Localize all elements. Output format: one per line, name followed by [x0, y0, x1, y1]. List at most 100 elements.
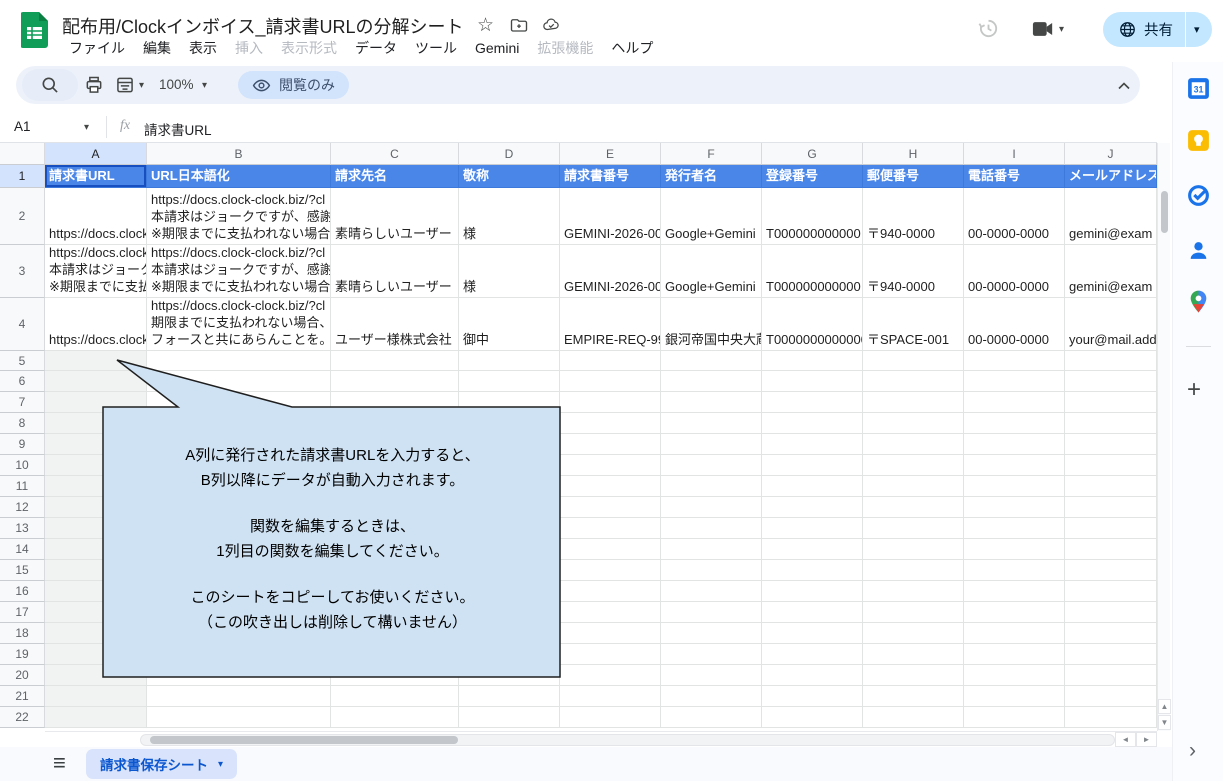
menu-item-ファイル[interactable]: ファイル — [60, 36, 134, 60]
row-header-15[interactable]: 15 — [0, 560, 45, 581]
cell-A2[interactable]: https://docs.clock-clock.biz/?c — [45, 188, 147, 245]
maps-icon[interactable] — [1186, 289, 1211, 314]
view-only-chip[interactable]: 閲覧のみ — [238, 71, 349, 99]
cell-G16[interactable] — [762, 581, 863, 602]
cell-I8[interactable] — [964, 413, 1065, 434]
cell-H17[interactable] — [863, 602, 964, 623]
row-header-22[interactable]: 22 — [0, 707, 45, 728]
cell-H16[interactable] — [863, 581, 964, 602]
cell-C22[interactable] — [331, 707, 459, 728]
cell-D4[interactable]: 御中 — [459, 298, 560, 351]
cell-E6[interactable] — [560, 371, 661, 392]
row-header-6[interactable]: 6 — [0, 371, 45, 392]
collapse-toolbar-icon[interactable] — [1114, 76, 1134, 96]
scroll-up-button[interactable]: ▲ — [1158, 699, 1171, 714]
row-header-3[interactable]: 3 — [0, 245, 45, 298]
cell-B21[interactable] — [147, 686, 331, 707]
row-header-7[interactable]: 7 — [0, 392, 45, 413]
cell-I6[interactable] — [964, 371, 1065, 392]
scroll-left-button[interactable]: ◄ — [1115, 732, 1136, 747]
name-box[interactable]: A1 — [14, 119, 31, 134]
calendar-icon[interactable]: 31 — [1186, 76, 1211, 101]
cell-H2[interactable]: 〒940-0000 — [863, 188, 964, 245]
hide-side-panel-icon[interactable]: › — [1189, 740, 1196, 761]
cell-J16[interactable] — [1065, 581, 1157, 602]
cell-I16[interactable] — [964, 581, 1065, 602]
cell-G3[interactable]: T000000000000 — [762, 245, 863, 298]
cell-I1[interactable]: 電話番号 — [964, 165, 1065, 188]
column-header-H[interactable]: H — [863, 143, 964, 165]
horizontal-scrollbar[interactable]: ◄ ► — [45, 731, 1157, 747]
cell-F11[interactable] — [661, 476, 762, 497]
share-button[interactable]: 共有 — [1103, 12, 1185, 47]
column-header-E[interactable]: E — [560, 143, 661, 165]
cell-G18[interactable] — [762, 623, 863, 644]
cell-I15[interactable] — [964, 560, 1065, 581]
cell-F15[interactable] — [661, 560, 762, 581]
cell-G14[interactable] — [762, 539, 863, 560]
menu-item-編集[interactable]: 編集 — [134, 36, 180, 60]
zoom-select[interactable]: 100% — [159, 77, 194, 92]
cell-G1[interactable]: 登録番号 — [762, 165, 863, 188]
row-header-21[interactable]: 21 — [0, 686, 45, 707]
keep-icon[interactable] — [1186, 128, 1211, 153]
cell-J21[interactable] — [1065, 686, 1157, 707]
cell-B2[interactable]: https://docs.clock-clock.biz/?cl本請求はジョーク… — [147, 188, 331, 245]
cell-H13[interactable] — [863, 518, 964, 539]
cell-G4[interactable]: T0000000000000 — [762, 298, 863, 351]
search-icon[interactable] — [40, 75, 60, 95]
row-header-2[interactable]: 2 — [0, 188, 45, 245]
cell-G17[interactable] — [762, 602, 863, 623]
row-header-9[interactable]: 9 — [0, 434, 45, 455]
zoom-caret-icon[interactable]: ▾ — [202, 80, 207, 91]
cell-C4[interactable]: ユーザー様株式会社 — [331, 298, 459, 351]
cell-I19[interactable] — [964, 644, 1065, 665]
cell-H6[interactable] — [863, 371, 964, 392]
cell-F22[interactable] — [661, 707, 762, 728]
cell-D21[interactable] — [459, 686, 560, 707]
cell-J22[interactable] — [1065, 707, 1157, 728]
cell-I11[interactable] — [964, 476, 1065, 497]
cell-E5[interactable] — [560, 351, 661, 371]
cell-D1[interactable]: 敬称 — [459, 165, 560, 188]
cell-H11[interactable] — [863, 476, 964, 497]
row-header-18[interactable]: 18 — [0, 623, 45, 644]
cell-G11[interactable] — [762, 476, 863, 497]
row-header-17[interactable]: 17 — [0, 602, 45, 623]
cell-H20[interactable] — [863, 665, 964, 686]
menu-item-表示[interactable]: 表示 — [180, 36, 226, 60]
cell-J14[interactable] — [1065, 539, 1157, 560]
row-header-14[interactable]: 14 — [0, 539, 45, 560]
cell-F14[interactable] — [661, 539, 762, 560]
cell-J15[interactable] — [1065, 560, 1157, 581]
cell-J8[interactable] — [1065, 413, 1157, 434]
meet-camera-icon[interactable] — [1032, 20, 1054, 38]
row-header-19[interactable]: 19 — [0, 644, 45, 665]
cell-H21[interactable] — [863, 686, 964, 707]
cell-C21[interactable] — [331, 686, 459, 707]
cell-H7[interactable] — [863, 392, 964, 413]
name-box-caret-icon[interactable]: ▾ — [84, 122, 89, 133]
cell-H1[interactable]: 郵便番号 — [863, 165, 964, 188]
cell-E18[interactable] — [560, 623, 661, 644]
callout-bubble[interactable]: A列に発行された請求書URLを入力すると、B列以降にデータが自動入力されます。関… — [100, 355, 565, 685]
cell-B3[interactable]: https://docs.clock-clock.biz/?cl本請求はジョーク… — [147, 245, 331, 298]
cell-D22[interactable] — [459, 707, 560, 728]
cell-J3[interactable]: gemini@exam — [1065, 245, 1157, 298]
cell-E2[interactable]: GEMINI-2026-00 — [560, 188, 661, 245]
cell-G21[interactable] — [762, 686, 863, 707]
cell-E3[interactable]: GEMINI-2026-00 — [560, 245, 661, 298]
cell-F7[interactable] — [661, 392, 762, 413]
cell-E10[interactable] — [560, 455, 661, 476]
cell-F6[interactable] — [661, 371, 762, 392]
cell-I22[interactable] — [964, 707, 1065, 728]
row-header-1[interactable]: 1 — [0, 165, 45, 188]
add-addon-icon[interactable]: + — [1187, 378, 1201, 402]
cell-I10[interactable] — [964, 455, 1065, 476]
cell-I17[interactable] — [964, 602, 1065, 623]
cell-E7[interactable] — [560, 392, 661, 413]
cell-J1[interactable]: メールアドレス — [1065, 165, 1157, 188]
menu-item-ヘルプ[interactable]: ヘルプ — [602, 36, 662, 60]
cell-A1[interactable]: 請求書URL — [45, 165, 147, 188]
cell-F4[interactable]: 銀河帝国中央大蔵 — [661, 298, 762, 351]
